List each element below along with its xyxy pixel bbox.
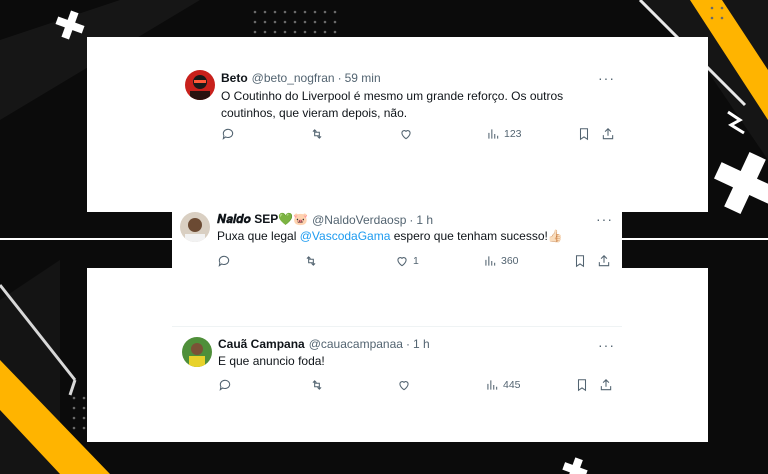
timestamp[interactable]: 1 h — [416, 213, 433, 227]
dot-grid-left — [72, 396, 86, 430]
like-button[interactable] — [397, 378, 415, 392]
plus-shape-bottom — [562, 457, 588, 474]
avatar[interactable] — [180, 212, 210, 242]
bookmark-button[interactable] — [577, 127, 591, 141]
share-button[interactable] — [601, 127, 615, 141]
tweet-text-start: Puxa que legal — [217, 229, 300, 243]
tweet-actions: 1 360 — [217, 254, 612, 270]
more-icon[interactable]: ··· — [596, 212, 613, 226]
share-button[interactable] — [597, 254, 611, 268]
views-button[interactable]: 123 — [486, 127, 522, 141]
more-icon[interactable]: ··· — [598, 71, 615, 85]
like-icon — [399, 381, 409, 391]
tweet-card[interactable]: Beto @beto_nogfran · 59 min ··· O Coutin… — [170, 62, 622, 150]
tweet-text: Puxa que legal @VascodaGama espero que t… — [217, 228, 612, 245]
reply-button[interactable] — [218, 378, 236, 392]
retweet-button[interactable] — [304, 254, 322, 268]
reply-button[interactable] — [221, 127, 239, 141]
bookmark-icon — [579, 128, 589, 141]
display-name[interactable]: Beto — [221, 71, 248, 85]
like-button[interactable]: 1 — [395, 254, 419, 268]
plus-shape-right — [714, 152, 768, 214]
like-count: 1 — [413, 255, 419, 267]
views-count: 445 — [503, 379, 521, 391]
mention-link[interactable]: @VascodaGama — [300, 229, 391, 243]
dot-grid-top — [253, 10, 337, 34]
like-icon — [401, 130, 411, 140]
bookmark-icon — [577, 379, 587, 392]
reply-icon — [219, 379, 231, 391]
separator: · — [405, 337, 410, 351]
avatar[interactable] — [185, 70, 215, 100]
user-handle[interactable]: @NaldoVerdaosp — [312, 213, 406, 227]
tweet-card[interactable]: Cauã Campana @cauacampanaa · 1 h ··· E q… — [172, 328, 622, 400]
tweet-text-end: espero que tenham sucesso!👍🏻 — [390, 229, 563, 243]
tweet-actions: 445 — [218, 378, 613, 394]
separator: · — [337, 71, 342, 85]
bookmark-icon — [575, 255, 585, 268]
more-icon[interactable]: ··· — [598, 338, 615, 352]
views-button[interactable]: 445 — [485, 378, 521, 392]
timestamp[interactable]: 59 min — [345, 71, 381, 85]
separator: · — [409, 212, 414, 227]
reply-icon — [222, 128, 234, 140]
timestamp[interactable]: 1 h — [413, 337, 430, 351]
views-button[interactable]: 360 — [483, 254, 519, 268]
reply-button[interactable] — [217, 254, 235, 268]
retweet-button[interactable] — [310, 378, 328, 392]
retweet-icon — [312, 380, 322, 390]
tweet-actions: 123 — [221, 127, 616, 143]
avatar[interactable] — [182, 337, 212, 367]
reply-icon — [218, 255, 230, 267]
user-handle[interactable]: @cauacampanaa — [309, 337, 403, 351]
like-icon — [397, 257, 407, 267]
like-button[interactable] — [399, 127, 417, 141]
views-count: 123 — [504, 128, 522, 140]
views-count: 360 — [501, 255, 519, 267]
bookmark-button[interactable] — [573, 254, 587, 268]
display-name[interactable]: Cauã Campana — [218, 337, 305, 351]
tweet-divider — [172, 326, 622, 327]
tweet-header: Cauã Campana @cauacampanaa · 1 h — [218, 337, 430, 351]
share-icon — [602, 128, 614, 140]
views-icon — [487, 380, 498, 390]
retweet-button[interactable] — [310, 127, 328, 141]
views-icon — [485, 256, 496, 266]
share-icon — [598, 255, 610, 267]
share-icon — [600, 379, 612, 391]
user-handle[interactable]: @beto_nogfran — [252, 71, 335, 85]
tweet-text: E que anuncio foda! — [218, 354, 325, 368]
retweet-icon — [306, 256, 316, 266]
tweet-card[interactable]: 𝑵𝒂𝒍𝒅𝒐 SEP💚🐷 @NaldoVerdaosp · 1 h ··· Pux… — [172, 203, 622, 271]
tweet-header: 𝑵𝒂𝒍𝒅𝒐 SEP💚🐷 @NaldoVerdaosp · 1 h — [217, 212, 433, 227]
share-button[interactable] — [599, 378, 613, 392]
display-name[interactable]: 𝑵𝒂𝒍𝒅𝒐 SEP💚🐷 — [217, 212, 308, 227]
tweet-text: O Coutinho do Liverpool é mesmo um grand… — [221, 89, 564, 120]
tweet-header: Beto @beto_nogfran · 59 min — [221, 71, 381, 85]
retweet-icon — [312, 129, 322, 139]
views-icon — [488, 129, 499, 139]
bookmark-button[interactable] — [575, 378, 589, 392]
